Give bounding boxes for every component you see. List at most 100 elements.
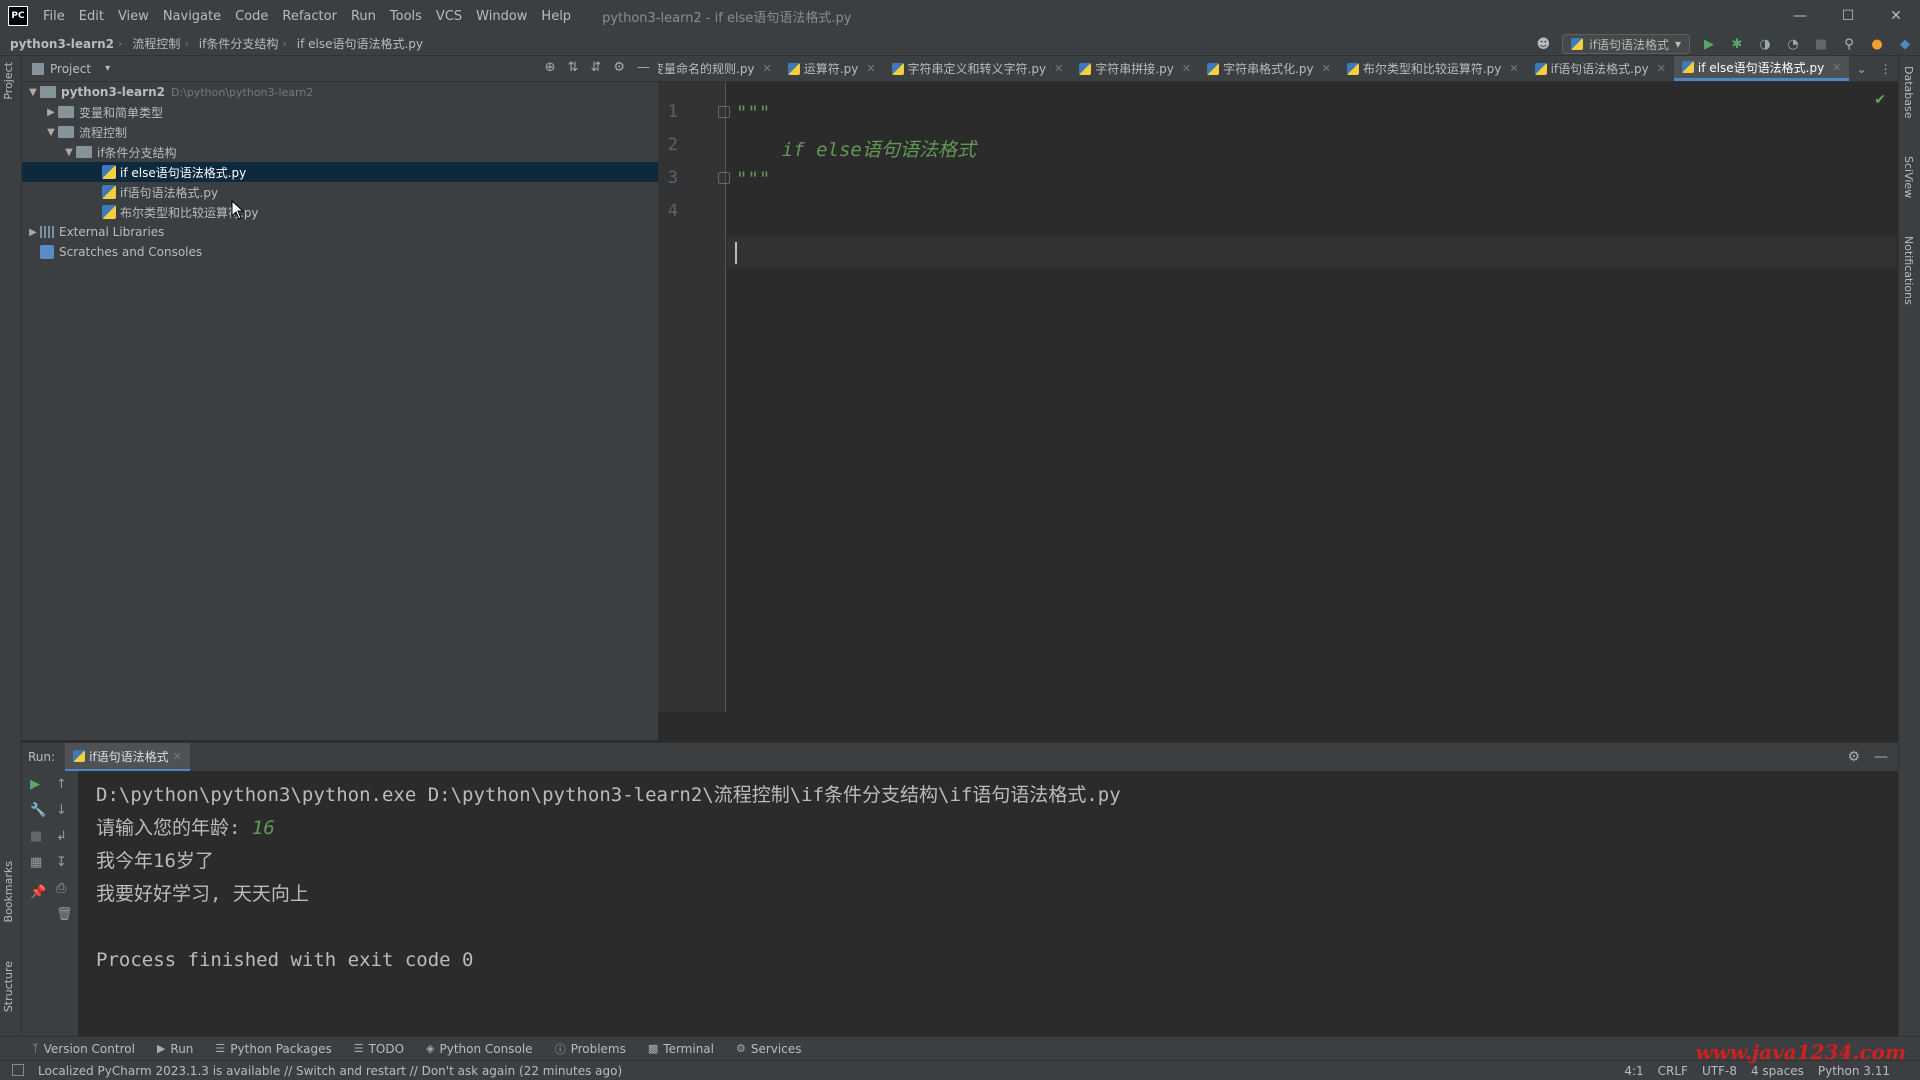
tab-version-control[interactable]: ᛉ Version Control: [32, 1042, 135, 1056]
menu-file[interactable]: File: [36, 9, 72, 24]
menu-refactor[interactable]: Refactor: [275, 9, 344, 24]
close-icon[interactable]: ✕: [173, 750, 182, 763]
menu-code[interactable]: Code: [228, 9, 275, 24]
trash-icon[interactable]: 🗑: [56, 907, 73, 922]
menu-window[interactable]: Window: [469, 9, 534, 24]
down-icon[interactable]: ↓: [56, 803, 67, 818]
stop-icon[interactable]: ■: [1812, 35, 1830, 53]
breadcrumb-subfolder[interactable]: if条件分支结构: [189, 35, 283, 52]
tab-services[interactable]: ⚙ Services: [736, 1042, 801, 1056]
run-configuration-select[interactable]: if语句语法格式 ▾: [1562, 34, 1690, 54]
line-separator[interactable]: CRLF: [1658, 1064, 1688, 1078]
code-line[interactable]: """: [736, 102, 770, 124]
update-icon[interactable]: ●: [1868, 35, 1886, 53]
editor-tab[interactable]: 布尔类型和比较运算符.py ✕: [1339, 56, 1527, 81]
hide-icon[interactable]: —: [1874, 749, 1888, 765]
menu-run[interactable]: Run: [344, 9, 383, 24]
more-icon[interactable]: ⋮: [1880, 62, 1892, 76]
wrench-icon[interactable]: 🔧: [30, 803, 46, 818]
sciview-tool-tab[interactable]: SciView: [1902, 156, 1915, 198]
python-interpreter[interactable]: Python 3.11: [1818, 1064, 1890, 1078]
jetbrains-icon[interactable]: ◆: [1896, 35, 1914, 53]
debug-icon[interactable]: ✱: [1728, 35, 1746, 53]
editor-tab[interactable]: 变量命名的规则.py ✕: [658, 56, 780, 81]
menu-help[interactable]: Help: [534, 9, 578, 24]
tab-terminal[interactable]: ▩ Terminal: [648, 1042, 714, 1056]
run-tab[interactable]: if语句语法格式 ✕: [65, 743, 190, 771]
close-icon[interactable]: ✕: [1182, 62, 1191, 75]
minimize-icon[interactable]: —: [1776, 0, 1824, 32]
chevron-right-icon[interactable]: ▶: [44, 107, 58, 118]
menu-tools[interactable]: Tools: [383, 9, 429, 24]
editor-tab-active[interactable]: if else语句语法格式.py ✕: [1673, 56, 1850, 81]
menu-vcs[interactable]: VCS: [429, 9, 469, 24]
menu-navigate[interactable]: Navigate: [156, 9, 228, 24]
account-icon[interactable]: ☻: [1534, 35, 1552, 53]
menu-view[interactable]: View: [111, 9, 156, 24]
code-line[interactable]: if else语句语法格式: [736, 135, 976, 162]
close-icon[interactable]: ✕: [763, 62, 772, 75]
code-line[interactable]: """: [736, 168, 770, 190]
soft-wrap-icon[interactable]: ↲: [56, 829, 67, 844]
indent-setting[interactable]: 4 spaces: [1751, 1064, 1804, 1078]
close-icon[interactable]: ✕: [1054, 62, 1063, 75]
status-icon[interactable]: [12, 1064, 24, 1076]
tree-item-folder[interactable]: ▼ if条件分支结构: [22, 142, 658, 162]
chevron-down-icon[interactable]: ▼: [44, 127, 58, 138]
editor-tab[interactable]: 运算符.py ✕: [780, 56, 884, 81]
tab-python-packages[interactable]: ☰ Python Packages: [215, 1042, 331, 1056]
locate-icon[interactable]: ⊕: [545, 60, 556, 75]
caret-position[interactable]: 4:1: [1624, 1064, 1643, 1078]
run-icon[interactable]: ▶: [1700, 35, 1718, 53]
tree-item-file-selected[interactable]: if else语句语法格式.py: [22, 162, 658, 182]
up-icon[interactable]: ↑: [56, 777, 67, 792]
tree-item-file[interactable]: 布尔类型和比较运算符.py: [22, 202, 658, 222]
fold-icon[interactable]: [718, 172, 730, 184]
hide-icon[interactable]: —: [637, 60, 650, 75]
chevron-down-icon[interactable]: ▼: [62, 147, 76, 158]
structure-tool-tab[interactable]: Structure: [2, 961, 15, 1012]
coverage-icon[interactable]: ◑: [1756, 35, 1774, 53]
close-icon[interactable]: ✕: [866, 62, 875, 75]
tree-item-external-libraries[interactable]: ▶ External Libraries: [22, 222, 658, 242]
close-icon[interactable]: ✕: [1657, 62, 1666, 75]
fold-icon[interactable]: [718, 106, 730, 118]
rerun-icon[interactable]: ▶: [30, 777, 40, 792]
search-icon[interactable]: ⚲: [1840, 35, 1858, 53]
inspection-ok-icon[interactable]: ✔: [1874, 92, 1886, 108]
gear-icon[interactable]: ⚙: [1847, 749, 1860, 765]
project-tool-tab[interactable]: Project: [2, 62, 15, 100]
project-panel-title[interactable]: Project: [50, 62, 91, 76]
collapse-all-icon[interactable]: ⇵: [590, 60, 601, 75]
layout-icon[interactable]: ▦: [30, 855, 42, 870]
maximize-icon[interactable]: ☐: [1824, 0, 1872, 32]
console-output[interactable]: D:\python\python3\python.exe D:\python\p…: [96, 779, 1121, 977]
file-encoding[interactable]: UTF-8: [1702, 1064, 1737, 1078]
tab-problems[interactable]: ⓘ Problems: [555, 1041, 626, 1057]
editor-tab[interactable]: if语句语法格式.py ✕: [1527, 56, 1674, 81]
profile-icon[interactable]: ◔: [1784, 35, 1802, 53]
chevron-down-icon[interactable]: ▼: [26, 87, 40, 98]
tree-item-project-root[interactable]: ▼ python3-learn2 D:\python\python3-learn…: [22, 82, 658, 102]
expand-all-icon[interactable]: ⇅: [568, 60, 579, 75]
close-icon[interactable]: ✕: [1322, 62, 1331, 75]
notifications-tool-tab[interactable]: Notifications: [1902, 236, 1915, 305]
tree-item-folder[interactable]: ▼ 流程控制: [22, 122, 658, 142]
chevron-right-icon[interactable]: ▶: [26, 227, 40, 238]
breadcrumb-project[interactable]: python3-learn2: [0, 37, 118, 51]
tab-run[interactable]: ▶ Run: [157, 1042, 193, 1056]
close-icon[interactable]: ✕: [1509, 62, 1518, 75]
gear-icon[interactable]: ⚙: [613, 60, 625, 75]
tab-todo[interactable]: ☰ TODO: [354, 1042, 404, 1056]
bookmarks-tool-tab[interactable]: Bookmarks: [2, 861, 15, 922]
database-tool-tab[interactable]: Database: [1902, 66, 1915, 119]
chevron-down-icon[interactable]: ⌄: [1856, 62, 1866, 76]
tree-item-file[interactable]: if语句语法格式.py: [22, 182, 658, 202]
chevron-down-icon[interactable]: ▾: [105, 63, 110, 74]
tree-item-scratches[interactable]: Scratches and Consoles: [22, 242, 658, 262]
editor-tab[interactable]: 字符串拼接.py ✕: [1071, 56, 1199, 81]
editor-tab[interactable]: 字符串格式化.py ✕: [1199, 56, 1339, 81]
pin-icon[interactable]: 📌: [30, 885, 46, 900]
editor-tab[interactable]: 字符串定义和转义字符.py ✕: [884, 56, 1072, 81]
tree-item-folder[interactable]: ▶ 变量和简单类型: [22, 102, 658, 122]
